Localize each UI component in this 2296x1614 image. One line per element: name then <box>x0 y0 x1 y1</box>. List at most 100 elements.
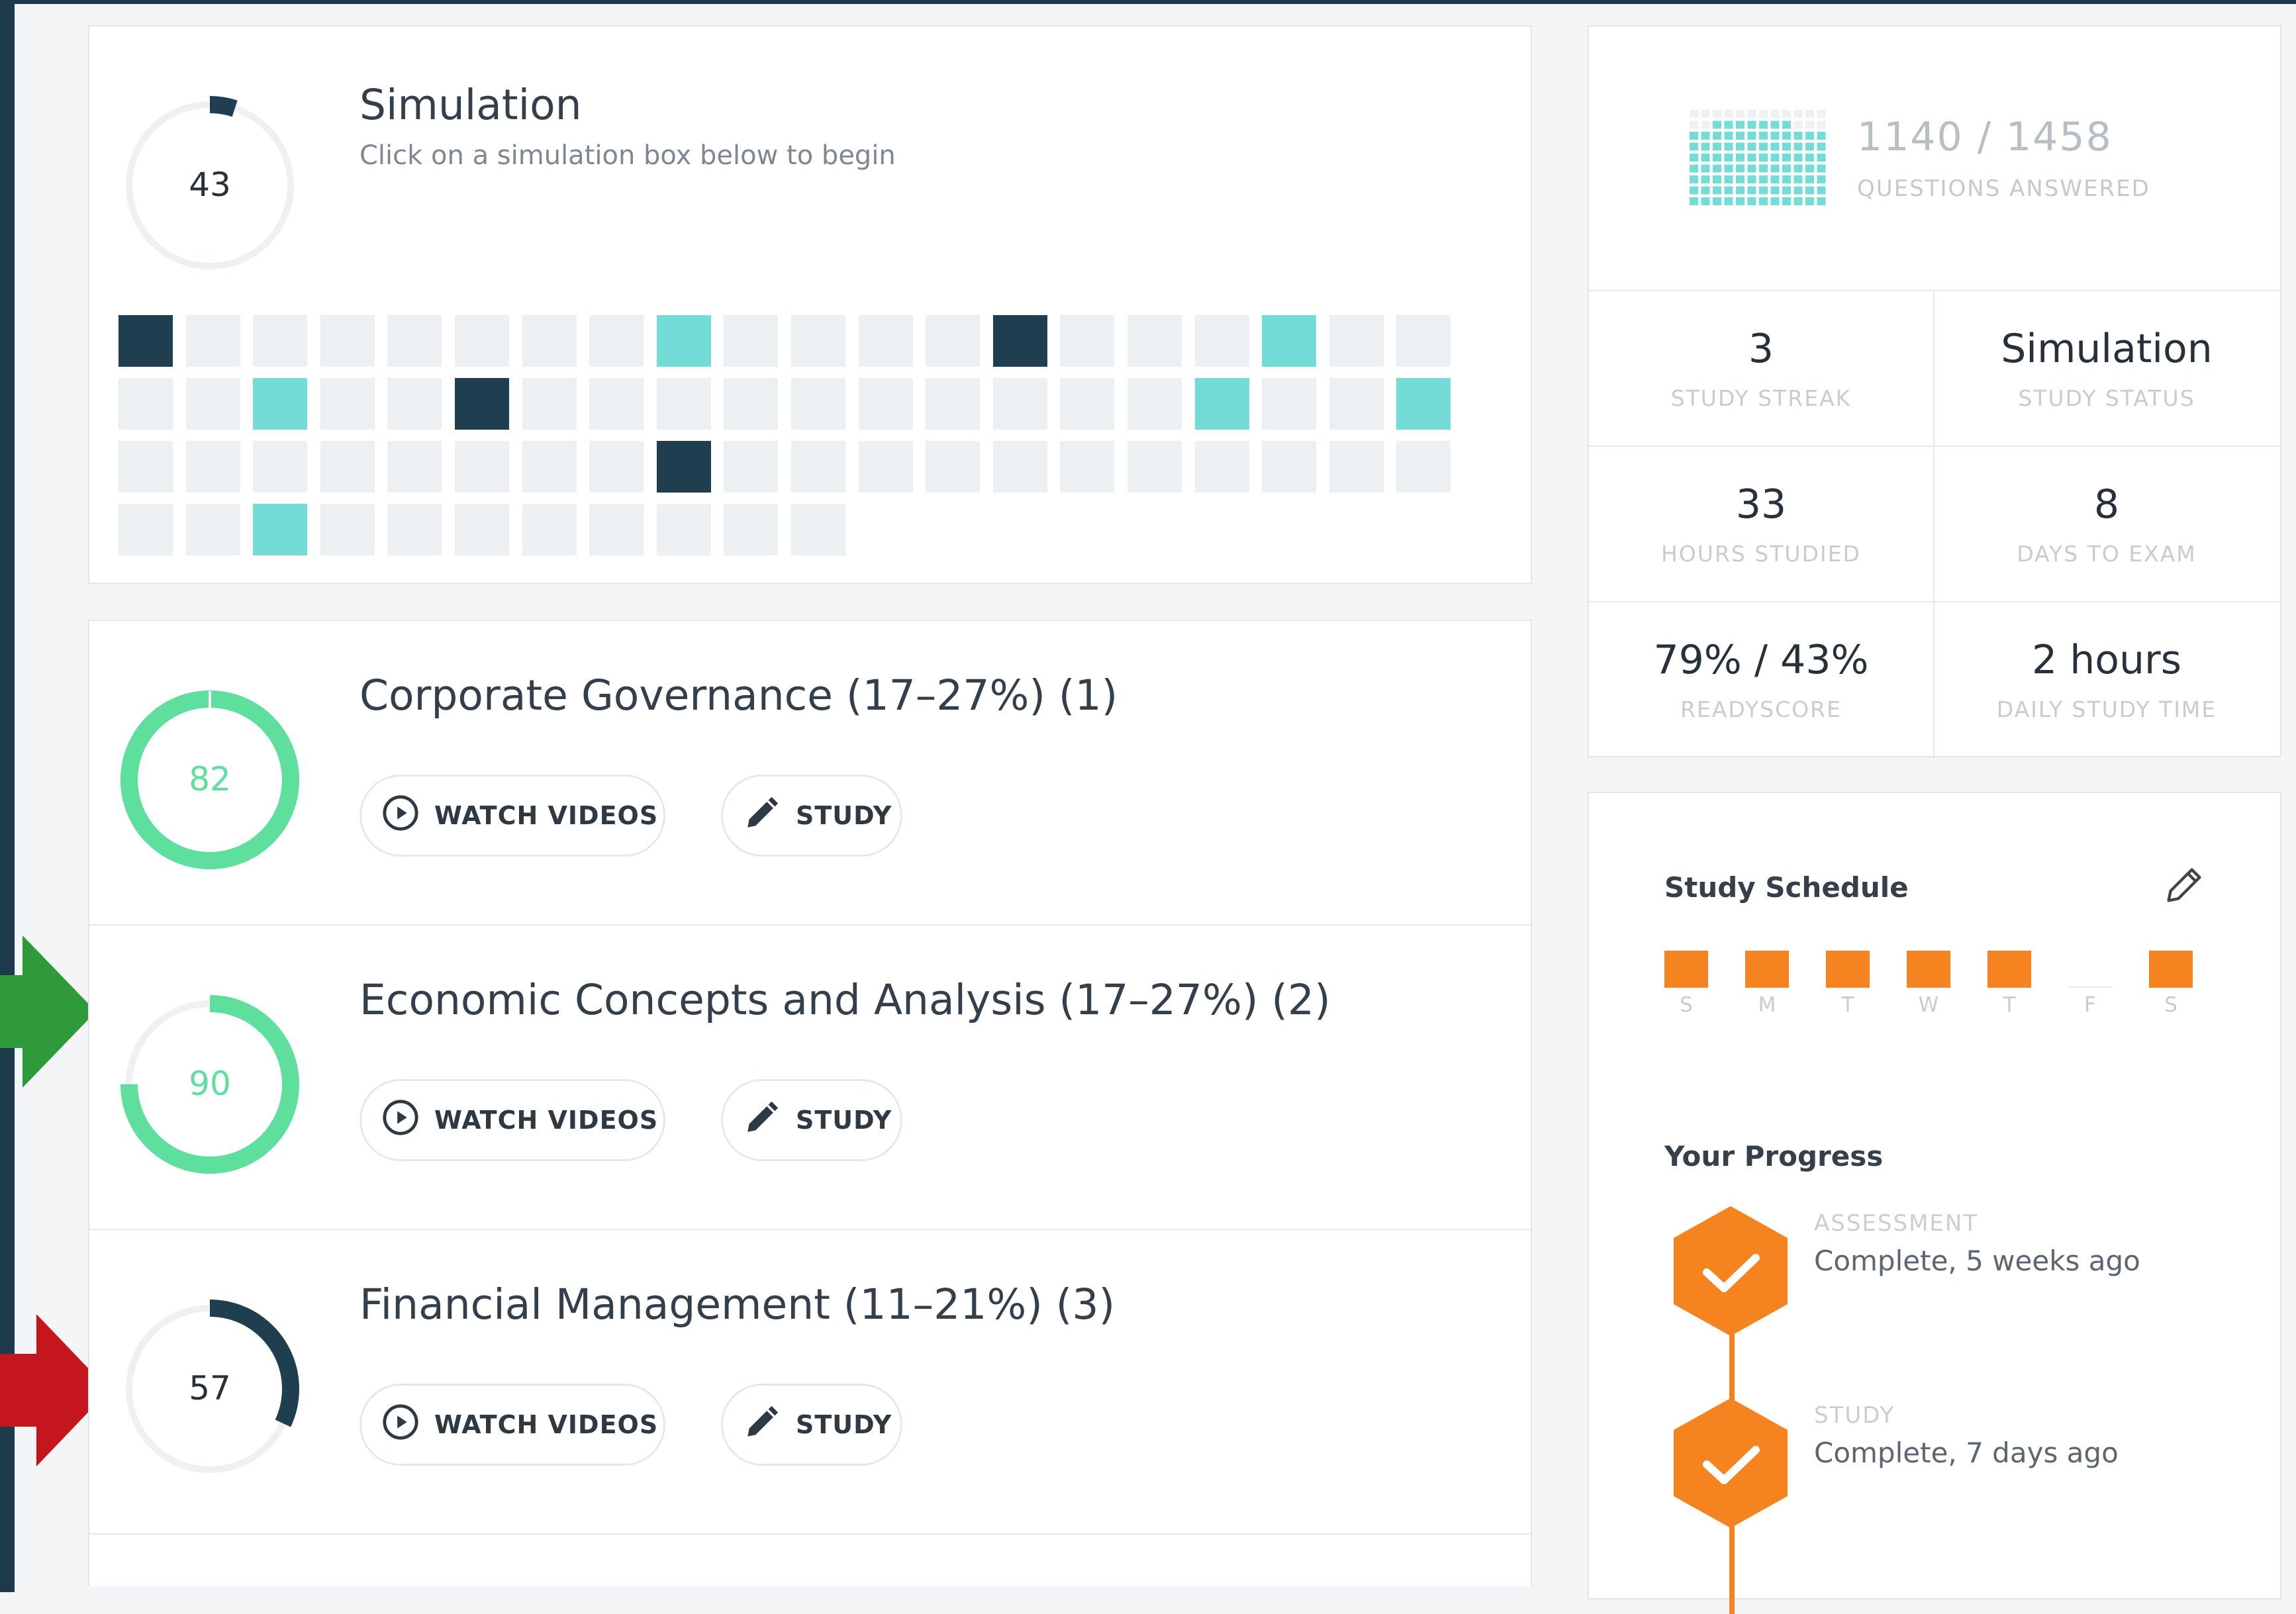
simulation-box[interactable] <box>992 378 1047 430</box>
pencil-edit-icon[interactable] <box>2161 862 2207 908</box>
schedule-day-box <box>2149 951 2193 988</box>
simulation-box[interactable] <box>656 378 711 430</box>
simulation-box[interactable] <box>455 441 509 493</box>
simulation-box[interactable] <box>926 315 981 367</box>
schedule-day[interactable]: S <box>2149 951 2193 1017</box>
topic-title[interactable]: Economic Concepts and Analysis (17–27%) … <box>359 976 1331 1024</box>
simulation-box[interactable] <box>724 441 779 493</box>
simulation-box[interactable] <box>1194 315 1249 367</box>
simulation-box[interactable] <box>1127 441 1182 493</box>
simulation-box[interactable] <box>522 378 577 430</box>
simulation-box[interactable] <box>387 504 442 555</box>
topic-score: 82 <box>189 760 231 798</box>
watch-videos-button[interactable]: WATCH VIDEOS <box>359 1079 665 1161</box>
watch-videos-button[interactable]: WATCH VIDEOS <box>359 775 665 857</box>
study-button[interactable]: STUDY <box>721 775 902 857</box>
schedule-day-box <box>1826 951 1870 988</box>
simulation-box[interactable] <box>656 441 711 493</box>
simulation-box[interactable] <box>589 378 644 430</box>
simulation-box[interactable] <box>253 504 308 555</box>
simulation-box[interactable] <box>858 441 913 493</box>
simulation-box[interactable] <box>656 504 711 555</box>
stat-value: 8 <box>2093 481 2120 528</box>
schedule-day[interactable]: T <box>1987 951 2031 1017</box>
simulation-box[interactable] <box>791 504 845 555</box>
simulation-box[interactable] <box>992 441 1047 493</box>
simulation-box[interactable] <box>522 504 577 555</box>
simulation-box[interactable] <box>589 441 644 493</box>
simulation-box[interactable] <box>522 315 577 367</box>
study-button[interactable]: STUDY <box>721 1079 902 1161</box>
simulation-box[interactable] <box>1060 315 1115 367</box>
simulation-box[interactable] <box>455 378 509 430</box>
simulation-box[interactable] <box>455 504 509 555</box>
questions-answered-count: 1140 / 1458 <box>1857 114 2113 160</box>
topic-score: 90 <box>189 1065 231 1103</box>
schedule-day[interactable]: T <box>1826 951 1870 1017</box>
simulation-box[interactable] <box>320 315 375 367</box>
watch-videos-label: WATCH VIDEOS <box>434 1106 659 1135</box>
topic-title[interactable]: Corporate Governance (17–27%) (1) <box>359 671 1118 720</box>
simulation-box[interactable] <box>1262 315 1317 367</box>
topic-title[interactable]: Financial Management (11–21%) (3) <box>359 1280 1115 1329</box>
simulation-box[interactable] <box>926 441 981 493</box>
simulation-box[interactable] <box>1329 315 1384 367</box>
schedule-day[interactable]: S <box>1664 951 1708 1017</box>
simulation-box[interactable] <box>1396 378 1451 430</box>
simulation-box[interactable] <box>185 504 240 555</box>
simulation-box[interactable] <box>119 315 173 367</box>
simulation-box[interactable] <box>791 441 845 493</box>
simulation-box[interactable] <box>387 315 442 367</box>
simulation-box[interactable] <box>926 378 981 430</box>
schedule-day-box <box>1907 951 1950 988</box>
simulation-box[interactable] <box>1262 378 1317 430</box>
check-hexagon-icon <box>1674 1206 1788 1336</box>
simulation-box[interactable] <box>1262 441 1317 493</box>
simulation-box[interactable] <box>320 441 375 493</box>
simulation-box[interactable] <box>119 504 173 555</box>
simulation-box[interactable] <box>858 378 913 430</box>
simulation-box[interactable] <box>1127 378 1182 430</box>
simulation-box[interactable] <box>253 441 308 493</box>
simulation-box[interactable] <box>1127 315 1182 367</box>
schedule-day[interactable]: W <box>1907 951 1950 1017</box>
simulation-box[interactable] <box>1060 378 1115 430</box>
simulation-box[interactable] <box>387 441 442 493</box>
simulation-box[interactable] <box>320 378 375 430</box>
simulation-box[interactable] <box>791 378 845 430</box>
study-button[interactable]: STUDY <box>721 1384 902 1466</box>
simulation-box[interactable] <box>253 378 308 430</box>
simulation-box[interactable] <box>522 441 577 493</box>
simulation-box[interactable] <box>1396 315 1451 367</box>
simulation-box[interactable] <box>858 315 913 367</box>
simulation-box[interactable] <box>1194 441 1249 493</box>
schedule-day[interactable]: M <box>1745 951 1789 1017</box>
simulation-box[interactable] <box>185 378 240 430</box>
simulation-box[interactable] <box>185 441 240 493</box>
simulation-box[interactable] <box>387 378 442 430</box>
watch-videos-button[interactable]: WATCH VIDEOS <box>359 1384 665 1466</box>
schedule-day-label: S <box>1680 993 1693 1017</box>
simulation-box[interactable] <box>1396 441 1451 493</box>
schedule-day[interactable]: F <box>2068 951 2112 1017</box>
simulation-box[interactable] <box>320 504 375 555</box>
simulation-box[interactable] <box>1329 441 1384 493</box>
simulation-box[interactable] <box>724 504 779 555</box>
simulation-box[interactable] <box>185 315 240 367</box>
simulation-box[interactable] <box>589 315 644 367</box>
simulation-box[interactable] <box>119 378 173 430</box>
simulation-box[interactable] <box>791 315 845 367</box>
simulation-box[interactable] <box>455 315 509 367</box>
simulation-box[interactable] <box>589 504 644 555</box>
green-arrow-icon <box>0 935 96 1088</box>
simulation-box[interactable] <box>724 315 779 367</box>
simulation-box[interactable] <box>992 315 1047 367</box>
simulation-box[interactable] <box>253 315 308 367</box>
simulation-box[interactable] <box>656 315 711 367</box>
simulation-box[interactable] <box>724 378 779 430</box>
simulation-box[interactable] <box>119 441 173 493</box>
simulation-box[interactable] <box>1194 378 1249 430</box>
stat-label: STUDY STREAK <box>1670 385 1852 411</box>
simulation-box[interactable] <box>1060 441 1115 493</box>
simulation-box[interactable] <box>1329 378 1384 430</box>
